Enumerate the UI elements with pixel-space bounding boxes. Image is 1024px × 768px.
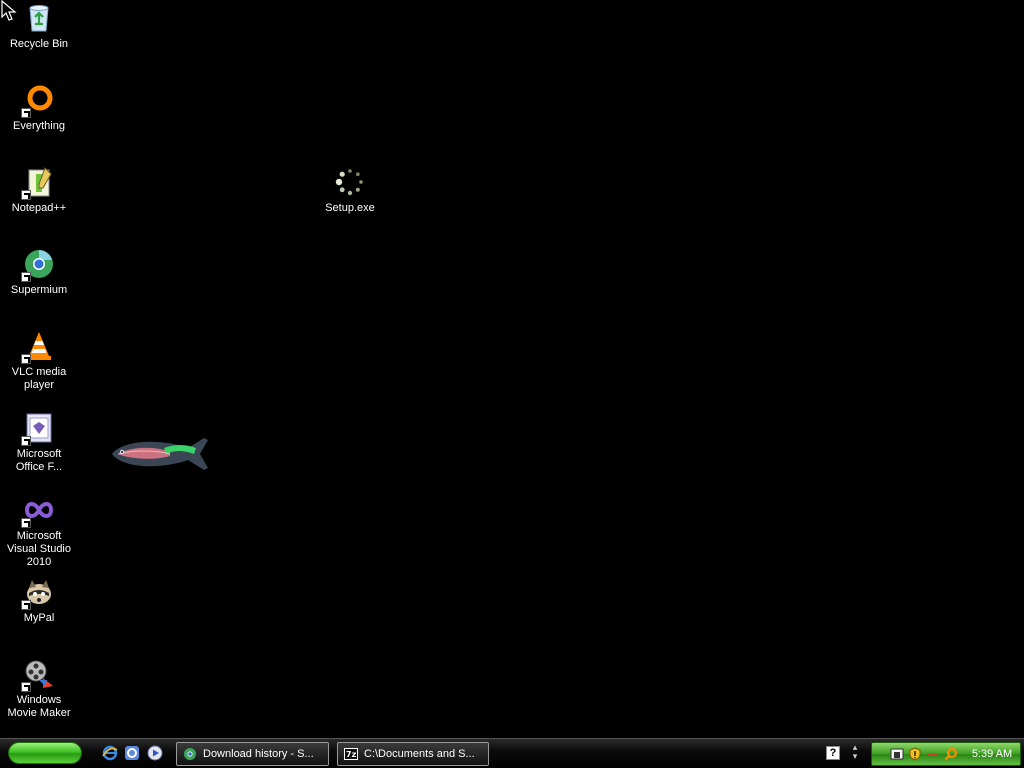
clock[interactable]: 5:39 AM xyxy=(966,743,1018,765)
search-icon[interactable] xyxy=(944,747,958,761)
ie-alt-icon[interactable] xyxy=(124,745,140,761)
movie-maker-icon xyxy=(21,658,55,692)
icon-label: Supermium xyxy=(10,284,68,296)
taskbar-button-download-history[interactable]: Download history - S... xyxy=(176,742,329,766)
desktop-icon-recycle-bin[interactable]: Recycle Bin xyxy=(0,2,78,51)
icon-label: Windows Movie Maker xyxy=(7,694,71,719)
fish-desktop-pet-icon xyxy=(112,438,208,470)
taskbar: Download history - S... 7z C:\Documents … xyxy=(0,738,1024,768)
chevron-down-icon[interactable]: ▴ ▾ xyxy=(849,743,861,763)
office-file-icon xyxy=(21,412,55,446)
system-tray: 5:39 AM xyxy=(871,742,1021,766)
desktop-icon-windows-movie-maker[interactable]: Windows Movie Maker xyxy=(0,658,78,720)
internet-explorer-icon[interactable] xyxy=(102,745,118,761)
shortcut-arrow-icon xyxy=(21,272,31,282)
desktop-icon-supermium[interactable]: Supermium xyxy=(0,248,78,297)
desktop-icon-notepad-plus-plus[interactable]: Notepad++ xyxy=(0,166,78,215)
shortcut-arrow-icon xyxy=(21,436,31,446)
start-button[interactable] xyxy=(8,742,82,764)
everything-search-icon xyxy=(21,84,55,118)
7zip-icon: 7z xyxy=(344,748,358,760)
shortcut-arrow-icon xyxy=(21,354,31,364)
icon-label: Microsoft Office F... xyxy=(15,448,63,473)
recycle-bin-icon xyxy=(23,2,55,34)
icon-label: Microsoft Visual Studio 2010 xyxy=(6,530,71,568)
mypal-raccoon-icon xyxy=(21,576,55,610)
desktop-icon-mypal[interactable]: MyPal xyxy=(0,576,78,625)
shortcut-arrow-icon xyxy=(21,600,31,610)
desktop-icon-vlc-media-player[interactable]: VLC media player xyxy=(0,330,78,392)
visual-studio-icon xyxy=(21,494,55,528)
taskbar-button-label: Download history - S... xyxy=(203,748,314,760)
desktop-icon-microsoft-office[interactable]: Microsoft Office F... xyxy=(0,412,78,474)
desktop-icon-visual-studio-2010[interactable]: Microsoft Visual Studio 2010 xyxy=(0,494,78,569)
shortcut-arrow-icon xyxy=(21,682,31,692)
taskbar-button-label: C:\Documents and S... xyxy=(364,748,475,760)
media-player-icon[interactable] xyxy=(147,745,163,761)
minus-icon[interactable] xyxy=(926,747,940,761)
security-shield-icon[interactable] xyxy=(908,747,922,761)
desktop: Recycle Bin Everything Notepad++ Supermi… xyxy=(0,0,1024,738)
shortcut-arrow-icon xyxy=(21,518,31,528)
network-icon[interactable] xyxy=(890,747,904,761)
desktop-icon-everything[interactable]: Everything xyxy=(0,84,78,133)
icon-label: Everything xyxy=(13,120,65,132)
svg-text:7z: 7z xyxy=(346,750,357,759)
icon-label: MyPal xyxy=(23,612,55,624)
taskbar-button-documents-folder[interactable]: 7z C:\Documents and S... xyxy=(337,742,489,766)
shortcut-arrow-icon xyxy=(21,190,31,200)
icon-label: Notepad++ xyxy=(11,202,67,214)
icon-label: Setup.exe xyxy=(325,202,375,214)
icon-label: VLC media player xyxy=(11,366,67,391)
help-icon[interactable]: ? xyxy=(826,746,840,760)
supermium-browser-icon xyxy=(21,248,55,282)
desktop-icon-setup-exe[interactable]: Setup.exe xyxy=(311,166,389,215)
icon-label: Recycle Bin xyxy=(9,38,69,50)
shortcut-arrow-icon xyxy=(21,108,31,118)
notepad-plus-plus-icon xyxy=(21,166,55,200)
loading-spinner-icon xyxy=(334,166,366,198)
vlc-cone-icon xyxy=(21,330,55,364)
supermium-browser-icon xyxy=(184,748,196,760)
